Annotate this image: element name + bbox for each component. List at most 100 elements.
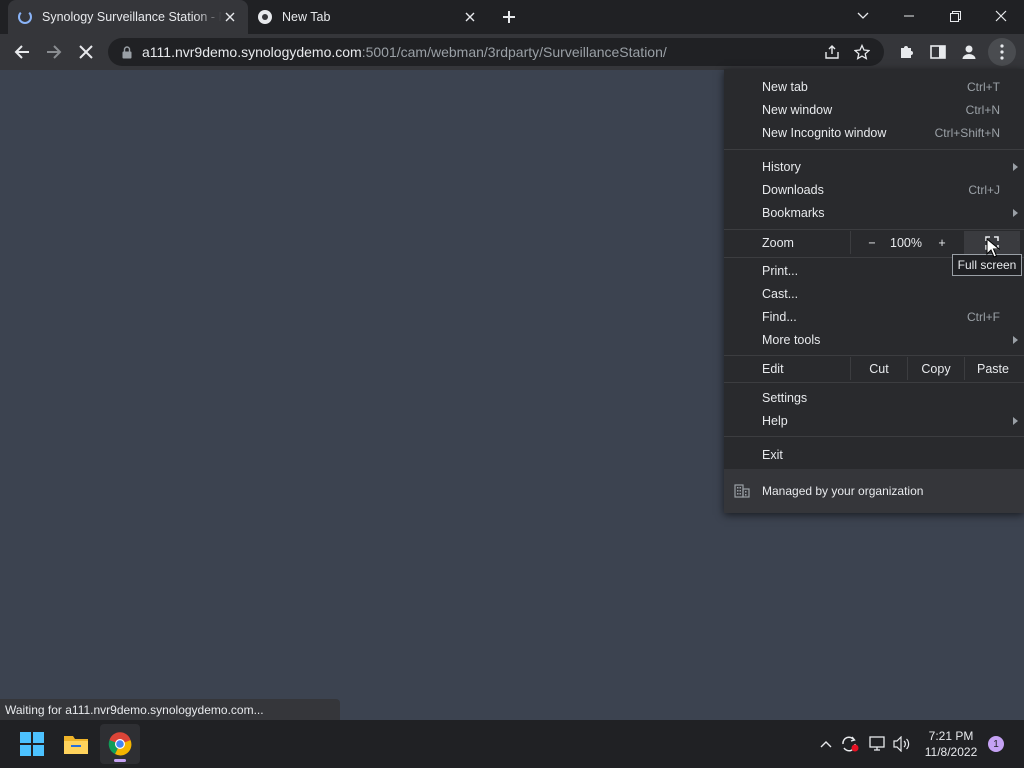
menu-item-label: Zoom — [762, 235, 794, 250]
address-bar[interactable]: a111.nvr9demo.synologydemo.com:5001/cam/… — [108, 38, 884, 66]
arrow-left-icon — [14, 45, 29, 59]
folder-icon — [64, 736, 88, 754]
menu-item-label: Bookmarks — [762, 205, 825, 220]
tab-strip: Synology Surveillance Station - NVR9 New… — [0, 0, 1024, 34]
url-path: :5001/cam/webman/3rdparty/SurveillanceSt… — [361, 44, 667, 60]
menu-item-new-window[interactable]: New window Ctrl+N — [724, 98, 1024, 121]
close-icon[interactable] — [462, 9, 478, 25]
tab-title: New Tab — [282, 10, 331, 24]
menu-item-help[interactable]: Help — [724, 409, 1024, 432]
submenu-arrow-icon — [1013, 416, 1018, 425]
tab-new-tab[interactable]: New Tab — [248, 0, 488, 34]
submenu-arrow-icon — [1013, 162, 1018, 171]
menu-separator — [724, 149, 1024, 150]
menu-item-downloads[interactable]: Downloads Ctrl+J — [724, 178, 1024, 201]
divider — [850, 231, 851, 254]
url-text[interactable]: a111.nvr9demo.synologydemo.com:5001/cam/… — [142, 44, 667, 60]
back-button[interactable] — [8, 38, 36, 66]
menu-item-label: Downloads — [762, 182, 824, 197]
share-button[interactable] — [820, 42, 844, 62]
menu-item-label: Print... — [762, 263, 799, 278]
minimize-icon — [904, 15, 914, 17]
menu-item-label: History — [762, 159, 801, 174]
extensions-button[interactable] — [892, 38, 920, 66]
menu-item-new-incognito-window[interactable]: New Incognito window Ctrl+Shift+N — [724, 121, 1024, 144]
menu-item-shortcut: Ctrl+N — [965, 102, 1000, 117]
tab-search-button[interactable] — [840, 0, 886, 32]
menu-item-zoom: Zoom − 100% + — [724, 231, 1024, 254]
person-icon — [962, 45, 976, 59]
tab-surveillance-station[interactable]: Synology Surveillance Station - NVR9 — [8, 0, 248, 34]
chrome-menu-button[interactable] — [988, 38, 1016, 66]
restore-button[interactable] — [932, 0, 978, 32]
status-bubble: Waiting for a111.nvr9demo.synologydemo.c… — [0, 699, 340, 720]
close-icon[interactable] — [222, 9, 238, 25]
menu-item-more-tools[interactable]: More tools — [724, 328, 1024, 351]
forward-button[interactable] — [40, 38, 68, 66]
network-tray-button[interactable] — [867, 734, 889, 754]
bookmark-star-button[interactable] — [850, 42, 874, 62]
menu-item-label: Edit — [762, 361, 784, 376]
loading-spinner-icon — [18, 10, 32, 24]
menu-item-exit[interactable]: Exit — [724, 443, 1024, 466]
menu-item-label: Settings — [762, 390, 808, 405]
menu-item-managed-by-organization[interactable]: Managed by your organization — [724, 469, 1024, 513]
window-close-button[interactable] — [978, 0, 1024, 32]
menu-item-label: New tab — [762, 79, 808, 94]
zoom-out-button[interactable]: − — [858, 236, 886, 250]
menu-item-label: Find... — [762, 309, 797, 324]
star-icon — [854, 44, 870, 60]
notification-badge[interactable]: 1 — [988, 736, 1004, 752]
show-hidden-icons-button[interactable] — [815, 734, 837, 754]
close-icon — [995, 10, 1007, 22]
sync-tray-button[interactable] — [839, 734, 861, 754]
restore-icon — [949, 10, 961, 22]
profile-button[interactable] — [955, 38, 983, 66]
menu-item-label: More tools — [762, 332, 821, 347]
chrome-icon — [258, 10, 272, 24]
zoom-in-button[interactable]: + — [928, 236, 956, 250]
menu-item-history[interactable]: History — [724, 155, 1024, 178]
chevron-up-icon — [820, 741, 832, 748]
network-icon — [869, 736, 885, 751]
menu-separator — [724, 229, 1024, 230]
menu-item-bookmarks[interactable]: Bookmarks — [724, 201, 1024, 224]
toolbar: a111.nvr9demo.synologydemo.com:5001/cam/… — [0, 34, 1024, 70]
chrome-taskbar-button[interactable] — [100, 724, 140, 764]
lock-icon[interactable] — [120, 45, 134, 59]
menu-item-cast[interactable]: Cast... — [724, 282, 1024, 305]
sync-icon — [842, 736, 859, 752]
stop-loading-button[interactable] — [72, 38, 100, 66]
chrome-icon — [108, 732, 132, 756]
menu-item-find[interactable]: Find... Ctrl+F — [724, 305, 1024, 328]
submenu-arrow-icon — [1013, 208, 1018, 217]
clock-date: 11/8/2022 — [924, 745, 978, 759]
chevron-down-icon — [857, 12, 869, 19]
paste-button[interactable]: Paste — [965, 362, 1021, 376]
system-clock[interactable]: 7:21 PM 11/8/2022 — [916, 728, 986, 760]
menu-item-label: New Incognito window — [762, 125, 887, 140]
copy-button[interactable]: Copy — [908, 362, 964, 376]
start-button[interactable] — [12, 724, 52, 764]
menu-item-new-tab[interactable]: New tab Ctrl+T — [724, 75, 1024, 98]
windows-taskbar: 7:21 PM 11/8/2022 — [0, 720, 1024, 768]
menu-item-edit: Edit Cut Copy Paste — [724, 357, 1024, 380]
side-panel-icon — [930, 45, 946, 59]
file-explorer-button[interactable] — [56, 724, 96, 764]
arrow-right-icon — [47, 45, 62, 59]
zoom-level: 100% — [890, 235, 922, 250]
volume-tray-button[interactable] — [891, 734, 913, 754]
plus-icon — [503, 11, 515, 23]
menu-item-label: Cast... — [762, 286, 799, 301]
cut-button[interactable]: Cut — [851, 362, 907, 376]
mouse-cursor-icon — [986, 238, 1000, 258]
menu-item-settings[interactable]: Settings — [724, 386, 1024, 409]
menu-item-label: Exit — [762, 447, 783, 462]
windows-logo-icon — [20, 732, 44, 756]
stop-icon — [79, 45, 93, 59]
new-tab-button[interactable] — [498, 6, 520, 28]
side-panel-button[interactable] — [924, 38, 952, 66]
menu-separator — [724, 436, 1024, 437]
minimize-button[interactable] — [886, 0, 932, 32]
menu-separator — [724, 355, 1024, 356]
